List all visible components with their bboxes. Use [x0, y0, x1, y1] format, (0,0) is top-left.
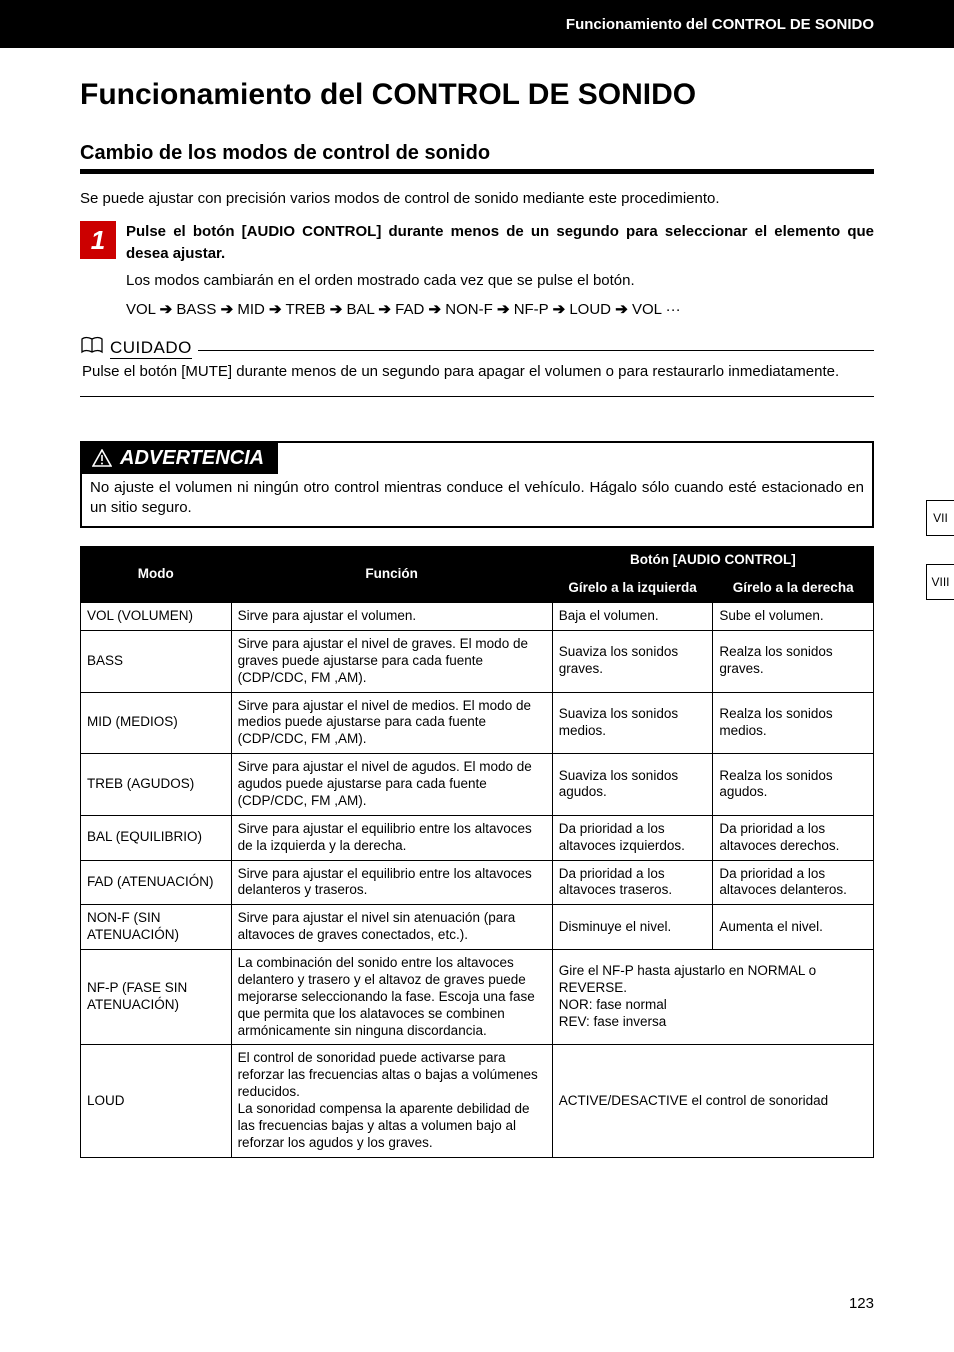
step-instruction: Pulse el botón [AUDIO CONTROL] durante m…	[126, 221, 874, 265]
mode-flow: VOL ➔ BASS ➔ MID ➔ TREB ➔ BAL ➔ FAD ➔ NO…	[126, 300, 874, 318]
step-block: 1 Pulse el botón [AUDIO CONTROL] durante…	[80, 221, 874, 265]
cell-mode: NON-F (SIN ATENUACIÓN)	[81, 905, 232, 950]
arrow-right-icon: ➔	[429, 301, 442, 318]
warning-box: ADVERTENCIA No ajuste el volumen ni ning…	[80, 441, 874, 529]
warning-triangle-icon	[92, 449, 112, 467]
flow-item: MID	[237, 301, 265, 318]
cell-function: La combinación del sonido entre los alta…	[231, 950, 552, 1045]
cell-turn-right: Realza los sonidos graves.	[713, 630, 874, 692]
table-row: MID (MEDIOS)Sirve para ajustar el nivel …	[81, 692, 874, 754]
flow-item: FAD	[395, 301, 424, 318]
header-section-title: Funcionamiento del CONTROL DE SONIDO	[566, 16, 874, 33]
side-tabs: VII VIII	[926, 500, 954, 600]
cell-turn-left: Baja el volumen.	[552, 603, 713, 631]
flow-item: BAL	[346, 301, 374, 318]
arrow-right-icon: ➔	[378, 301, 391, 318]
cell-turn-left: Suaviza los sonidos medios.	[552, 692, 713, 754]
cell-turn-left: Da prioridad a los altavoces izquierdos.	[552, 815, 713, 860]
arrow-right-icon: ➔	[330, 301, 343, 318]
table-row: FAD (ATENUACIÓN)Sirve para ajustar el eq…	[81, 860, 874, 905]
cell-mode: MID (MEDIOS)	[81, 692, 232, 754]
cell-mode: VOL (VOLUMEN)	[81, 603, 232, 631]
section-divider	[80, 396, 874, 397]
cell-mode: TREB (AGUDOS)	[81, 754, 232, 816]
table-row: LOUDEl control de sonoridad puede activa…	[81, 1045, 874, 1157]
cell-merged: Gire el NF-P hasta ajustarlo en NORMAL o…	[552, 950, 873, 1045]
cell-function: Sirve para ajustar el nivel de graves. E…	[231, 630, 552, 692]
arrow-right-icon: ➔	[221, 301, 234, 318]
cell-function: Sirve para ajustar el nivel de agudos. E…	[231, 754, 552, 816]
header-bar: Funcionamiento del CONTROL DE SONIDO	[0, 0, 954, 48]
th-button-group: Botón [AUDIO CONTROL]	[552, 547, 873, 575]
flow-item: NF-P	[514, 301, 549, 318]
arrow-right-icon: ➔	[553, 301, 566, 318]
cell-turn-left: Disminuye el nivel.	[552, 905, 713, 950]
step-body: Los modos cambiarán en el orden mostrado…	[126, 269, 874, 292]
cell-function: Sirve para ajustar el nivel sin atenuaci…	[231, 905, 552, 950]
warning-label: ADVERTENCIA	[120, 447, 264, 470]
cell-mode: BAL (EQUILIBRIO)	[81, 815, 232, 860]
arrow-right-icon: ➔	[269, 301, 282, 318]
table-row: BAL (EQUILIBRIO)Sirve para ajustar el eq…	[81, 815, 874, 860]
table-row: TREB (AGUDOS)Sirve para ajustar el nivel…	[81, 754, 874, 816]
subtitle-divider	[80, 169, 874, 174]
flow-item: TREB	[286, 301, 326, 318]
page-subtitle: Cambio de los modos de control de sonido	[80, 142, 874, 165]
cell-turn-right: Da prioridad a los altavoces derechos.	[713, 815, 874, 860]
caution-text: Pulse el botón [MUTE] durante menos de u…	[80, 361, 874, 382]
flow-item: VOL	[126, 301, 155, 318]
flow-item: NON-F	[445, 301, 493, 318]
cell-mode: LOUD	[81, 1045, 232, 1157]
cell-function: El control de sonoridad puede activarse …	[231, 1045, 552, 1157]
cell-mode: NF-P (FASE SIN ATENUACIÓN)	[81, 950, 232, 1045]
table-row: BASSSirve para ajustar el nivel de grave…	[81, 630, 874, 692]
warning-text: No ajuste el volumen ni ningún otro cont…	[82, 474, 872, 527]
cell-turn-left: Suaviza los sonidos agudos.	[552, 754, 713, 816]
cell-mode: BASS	[81, 630, 232, 692]
table-row: VOL (VOLUMEN)Sirve para ajustar el volum…	[81, 603, 874, 631]
th-turn-left: Gírelo a la izquierda	[552, 575, 713, 603]
cell-turn-right: Da prioridad a los altavoces delanteros.	[713, 860, 874, 905]
cell-turn-right: Aumenta el nivel.	[713, 905, 874, 950]
cell-function: Sirve para ajustar el nivel de medios. E…	[231, 692, 552, 754]
cell-turn-left: Da prioridad a los altavoces traseros.	[552, 860, 713, 905]
cell-turn-right: Sube el volumen.	[713, 603, 874, 631]
page-title: Funcionamiento del CONTROL DE SONIDO	[80, 78, 874, 112]
cell-function: Sirve para ajustar el equilibrio entre l…	[231, 815, 552, 860]
intro-text: Se puede ajustar con precisión varios mo…	[80, 190, 874, 207]
table-row: NON-F (SIN ATENUACIÓN)Sirve para ajustar…	[81, 905, 874, 950]
flow-item: BASS	[176, 301, 216, 318]
cell-function: Sirve para ajustar el equilibrio entre l…	[231, 860, 552, 905]
arrow-right-icon: ➔	[160, 301, 173, 318]
th-mode: Modo	[81, 547, 232, 603]
caution-heading-row: CUIDADO	[80, 336, 874, 361]
table-row: NF-P (FASE SIN ATENUACIÓN)La combinación…	[81, 950, 874, 1045]
flow-trail: ···	[666, 301, 681, 318]
cell-turn-left: Suaviza los sonidos graves.	[552, 630, 713, 692]
flow-item: LOUD	[569, 301, 611, 318]
warning-header: ADVERTENCIA	[82, 443, 278, 474]
arrow-right-icon: ➔	[615, 301, 628, 318]
cell-function: Sirve para ajustar el volumen.	[231, 603, 552, 631]
side-tab: VII	[926, 500, 954, 536]
page-number: 123	[849, 1295, 874, 1312]
side-tab: VIII	[926, 564, 954, 600]
th-function: Función	[231, 547, 552, 603]
th-turn-right: Gírelo a la derecha	[713, 575, 874, 603]
caution-rule	[198, 350, 874, 351]
arrow-right-icon: ➔	[497, 301, 510, 318]
caution-label: CUIDADO	[110, 338, 192, 359]
flow-item: VOL	[632, 301, 661, 318]
cell-merged: ACTIVE/DESACTIVE el control de sonoridad	[552, 1045, 873, 1157]
cell-mode: FAD (ATENUACIÓN)	[81, 860, 232, 905]
cell-turn-right: Realza los sonidos agudos.	[713, 754, 874, 816]
cell-turn-right: Realza los sonidos medios.	[713, 692, 874, 754]
book-icon	[80, 336, 104, 361]
modes-table: Modo Función Botón [AUDIO CONTROL] Gírel…	[80, 546, 874, 1157]
step-number: 1	[80, 221, 116, 259]
